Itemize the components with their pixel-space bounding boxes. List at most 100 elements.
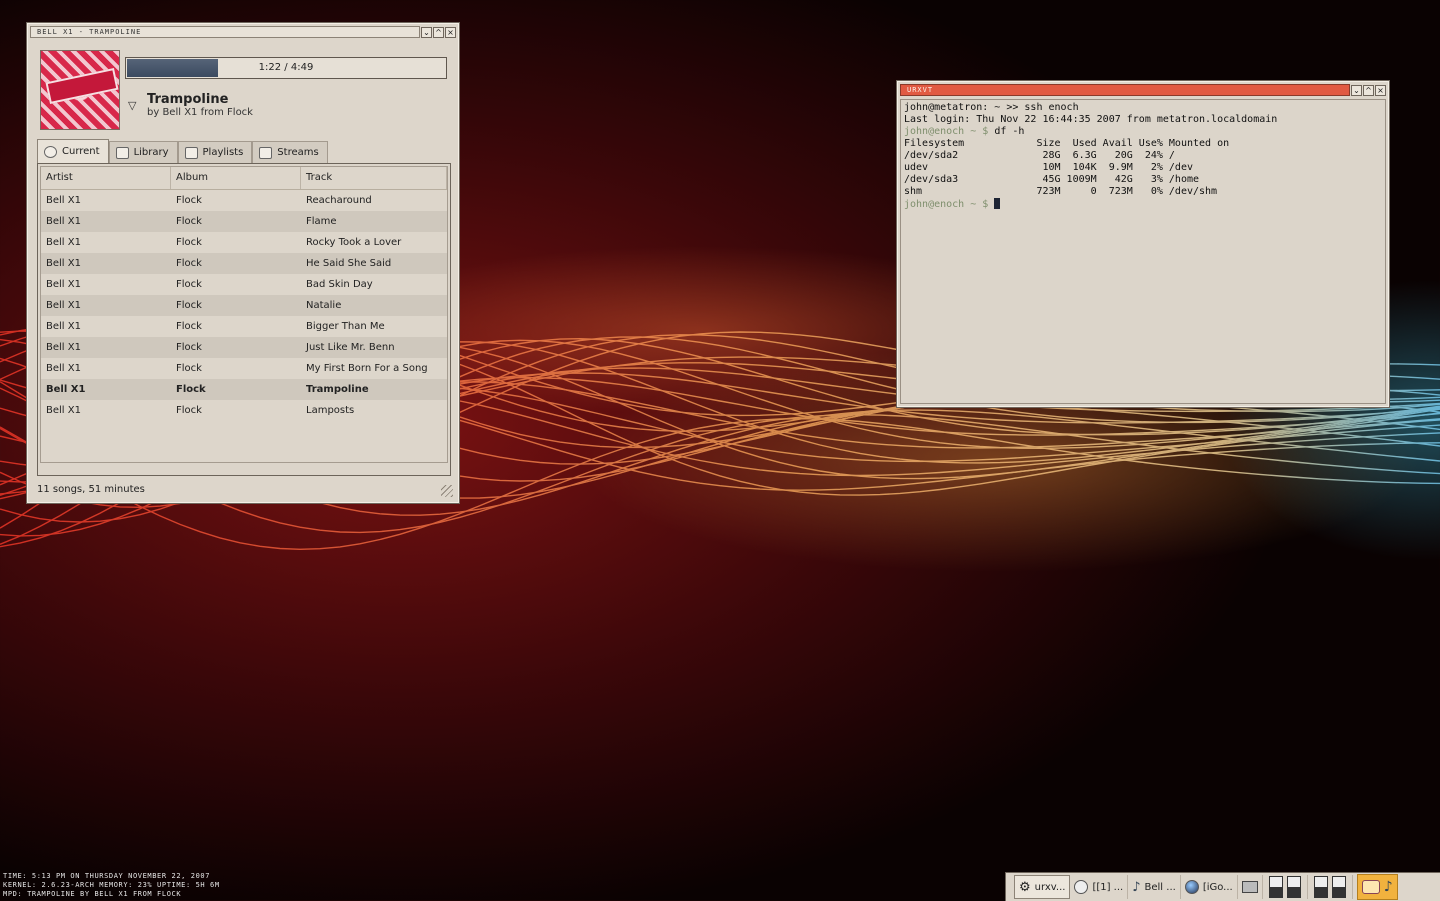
terminal-text: Last login: Thu Nov 22 16:44:35 2007 fro… xyxy=(904,114,1278,125)
tab-playlists[interactable]: Playlists xyxy=(177,141,253,163)
task-music[interactable]: ♪ Bell ... xyxy=(1128,875,1181,899)
track-cell: He Said She Said xyxy=(306,258,392,269)
tab-streams[interactable]: Streams xyxy=(252,141,328,163)
mail-button[interactable] xyxy=(1238,875,1263,899)
task-label: urxv... xyxy=(1034,881,1066,893)
artist-cell: Bell X1 xyxy=(46,237,81,248)
table-row[interactable]: Bell X1 Flock Reacharound xyxy=(41,190,447,211)
album-cover[interactable] xyxy=(40,50,120,130)
task-label: [iGo... xyxy=(1202,881,1233,893)
artist-cell: Bell X1 xyxy=(46,195,81,206)
table-row[interactable]: Bell X1 Flock He Said She Said xyxy=(41,253,447,274)
music-player-window: BELL X1 - TRAMPOLINE ⌄ ^ × 1:22 / 4:49 ▽… xyxy=(26,22,460,504)
mail-icon xyxy=(1241,881,1258,893)
artist-cell: Bell X1 xyxy=(46,405,81,416)
music-note-icon: ♪ xyxy=(1132,879,1141,895)
table-row[interactable]: Bell X1 Flock Bigger Than Me xyxy=(41,316,447,337)
status-bar: 11 songs, 51 minutes xyxy=(37,484,145,495)
terminal-line: /dev/sda3 45G 1009M 42G 3% /home xyxy=(904,174,1382,186)
system-tray: ♪ xyxy=(1356,874,1398,900)
track-cell: Reacharound xyxy=(306,195,372,206)
close-button[interactable]: × xyxy=(445,26,456,38)
terminal-window-title: URXVT xyxy=(900,84,1350,96)
table-row[interactable]: Bell X1 Flock Just Like Mr. Benn xyxy=(41,337,447,358)
table-header: Artist Album Track xyxy=(41,167,447,190)
music-titlebar[interactable]: BELL X1 - TRAMPOLINE ⌄ ^ × xyxy=(30,26,456,38)
system-info-overlay: TIME: 5:13 PM ON THURSDAY NOVEMBER 22, 2… xyxy=(3,872,220,899)
terminal-line: john@enoch ~ $ df -h xyxy=(904,126,1382,138)
terminal-output[interactable]: john@metatron: ~ >> ssh enoch Last login:… xyxy=(900,99,1386,404)
terminal-line: Last login: Thu Nov 22 16:44:35 2007 fro… xyxy=(904,114,1382,126)
terminal-text: df -h xyxy=(994,126,1025,137)
track-cell: Rocky Took a Lover xyxy=(306,237,402,248)
artist-cell: Bell X1 xyxy=(46,384,86,395)
seek-time: 1:22 / 4:49 xyxy=(258,62,314,73)
close-button[interactable]: × xyxy=(1375,84,1386,96)
table-row[interactable]: Bell X1 Flock Rocky Took a Lover xyxy=(41,232,447,253)
column-header-artist[interactable]: Artist xyxy=(41,167,171,189)
table-row[interactable]: Bell X1 Flock Natalie xyxy=(41,295,447,316)
table-row[interactable]: Bell X1 Flock Bad Skin Day xyxy=(41,274,447,295)
workspace-1-icon[interactable] xyxy=(1268,876,1283,898)
streams-icon xyxy=(259,146,273,159)
workspace-pager-2[interactable] xyxy=(1308,875,1353,899)
task-clock[interactable]: [[1] ... xyxy=(1070,875,1129,899)
terminal-text: Filesystem Size Used Avail Use% Mounted … xyxy=(904,138,1230,149)
album-cell: Flock xyxy=(176,363,202,374)
music-tray-icon[interactable]: ♪ xyxy=(1384,879,1393,895)
column-header-track[interactable]: Track xyxy=(301,167,447,189)
shell-prompt: john@enoch ~ $ xyxy=(904,199,995,210)
minimize-button[interactable]: ⌄ xyxy=(1351,84,1362,96)
terminal-text: shm 723M 0 723M 0% /dev/shm xyxy=(904,186,1218,197)
terminal-line: Filesystem Size Used Avail Use% Mounted … xyxy=(904,138,1382,150)
chat-icon[interactable] xyxy=(1361,880,1380,894)
terminal-line: shm 723M 0 723M 0% /dev/shm xyxy=(904,186,1382,198)
workspace-pager[interactable] xyxy=(1263,875,1308,899)
tab-current[interactable]: Current xyxy=(37,139,109,163)
playlist-icon xyxy=(184,146,198,159)
artist-cell: Bell X1 xyxy=(46,216,81,227)
table-body: Bell X1 Flock Reacharound Bell X1 Flock Flame… xyxy=(41,190,447,421)
globe-icon xyxy=(1184,880,1199,894)
conky-time-line: TIME: 5:13 PM ON THURSDAY NOVEMBER 22, 2… xyxy=(3,872,211,880)
maximize-button[interactable]: ^ xyxy=(1363,84,1374,96)
terminal-text: /dev/sda2 28G 6.3G 20G 24% / xyxy=(904,150,1175,161)
workspace-2-icon[interactable] xyxy=(1286,876,1301,898)
track-cell: Flame xyxy=(306,216,337,227)
artist-cell: Bell X1 xyxy=(46,258,81,269)
table-row[interactable]: Bell X1 Flock My First Born For a Song xyxy=(41,358,447,379)
conky-kernel-line: KERNEL: 2.6.23-ARCH MEMORY: 23% UPTIME: … xyxy=(3,881,220,889)
tab-bar: Current Library Playlists Streams xyxy=(37,139,328,163)
table-row[interactable]: Bell X1 Flock Flame xyxy=(41,211,447,232)
terminal-text: john@metatron: ~ >> ssh enoch xyxy=(904,102,1079,113)
shell-prompt: john@enoch ~ $ xyxy=(904,126,995,137)
track-cell: Bigger Than Me xyxy=(306,321,385,332)
terminal-titlebar[interactable]: URXVT ⌄ ^ × xyxy=(900,84,1386,96)
terminal-line: udev 10M 104K 9.9M 2% /dev xyxy=(904,162,1382,174)
artist-cell: Bell X1 xyxy=(46,321,81,332)
column-header-album[interactable]: Album xyxy=(171,167,301,189)
terminal-window: URXVT ⌄ ^ × john@metatron: ~ >> ssh enoc… xyxy=(896,80,1390,408)
task-browser[interactable]: [iGo... xyxy=(1181,875,1238,899)
taskbar-panel: ⚙ urxv... [[1] ... ♪ Bell ... [iGo... ♪ xyxy=(1005,872,1440,901)
conky-mpd-line: MPD: TRAMPOLINE BY BELL X1 FROM FLOCK xyxy=(3,890,182,898)
task-urxvt[interactable]: ⚙ urxv... xyxy=(1014,875,1071,899)
seek-bar[interactable]: 1:22 / 4:49 xyxy=(125,57,447,79)
minimize-button[interactable]: ⌄ xyxy=(421,26,432,38)
artist-cell: Bell X1 xyxy=(46,363,81,374)
maximize-button[interactable]: ^ xyxy=(433,26,444,38)
cd-icon xyxy=(44,145,57,158)
tab-current-label: Current xyxy=(62,146,100,157)
now-playing-title: Trampoline xyxy=(147,92,229,107)
workspace-4-icon[interactable] xyxy=(1331,876,1346,898)
track-cell: My First Born For a Song xyxy=(306,363,428,374)
table-row[interactable]: Bell X1 Flock Lamposts xyxy=(41,400,447,421)
tab-library[interactable]: Library xyxy=(108,141,178,163)
artist-cell: Bell X1 xyxy=(46,300,81,311)
workspace-3-icon[interactable] xyxy=(1313,876,1328,898)
table-row[interactable]: Bell X1 Flock Trampoline xyxy=(41,379,447,400)
resize-grip-icon[interactable] xyxy=(441,485,453,497)
music-window-title: BELL X1 - TRAMPOLINE xyxy=(30,26,420,38)
expander-chevron-icon[interactable]: ▽ xyxy=(128,99,136,112)
album-cell: Flock xyxy=(176,321,202,332)
